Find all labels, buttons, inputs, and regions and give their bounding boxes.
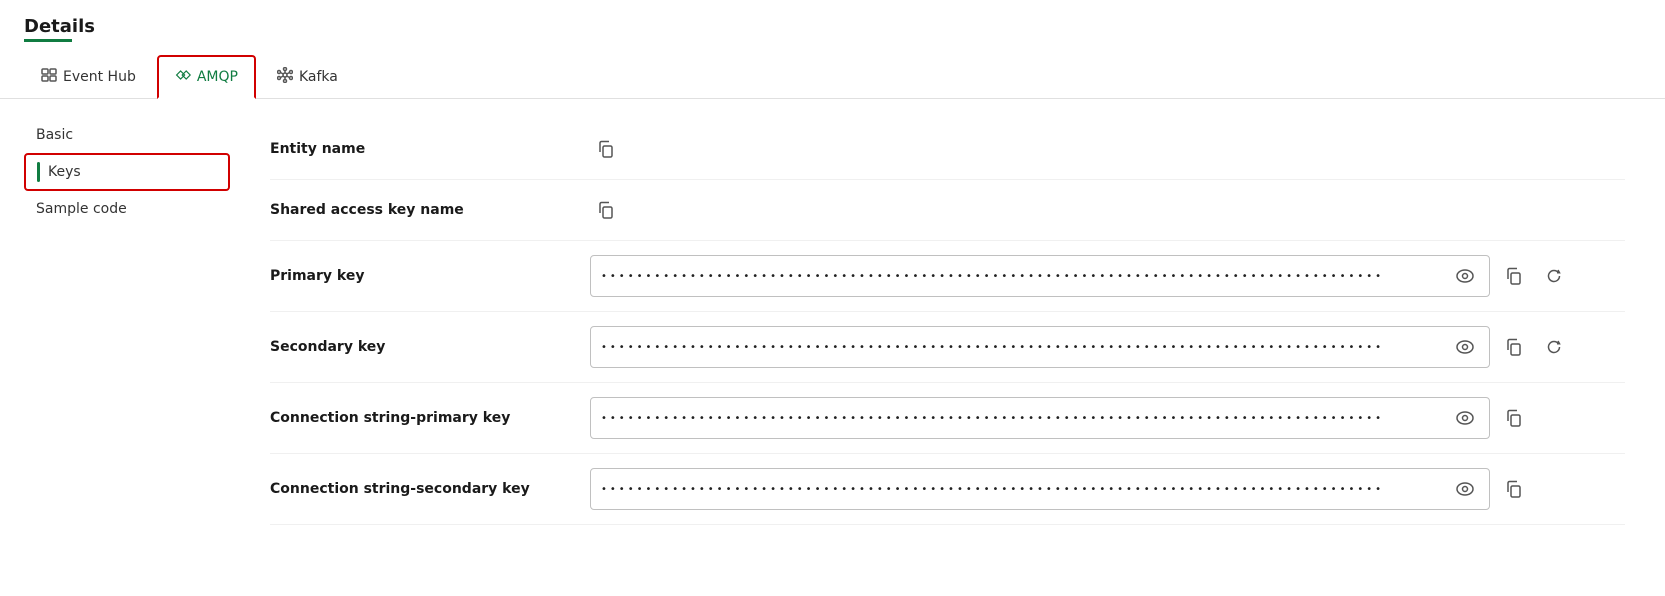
field-row-primary-key: Primary key ••••••••••••••••••••••••••••…	[270, 241, 1625, 312]
title-underline	[24, 39, 72, 42]
tab-bar: Event Hub AMQP	[0, 54, 1665, 99]
connection-string-secondary-eye-button[interactable]	[1451, 475, 1479, 503]
sidebar: Basic Keys Sample code	[0, 99, 230, 596]
sidebar-item-basic[interactable]: Basic	[24, 119, 230, 151]
primary-key-dots: ••••••••••••••••••••••••••••••••••••••••…	[601, 271, 1451, 282]
connection-string-primary-dots: ••••••••••••••••••••••••••••••••••••••••…	[601, 413, 1451, 424]
field-row-shared-access-key-name: Shared access key name	[270, 180, 1625, 241]
connection-string-secondary-input: ••••••••••••••••••••••••••••••••••••••••…	[590, 468, 1490, 510]
field-row-connection-string-primary: Connection string-primary key ••••••••••…	[270, 383, 1625, 454]
content-area: Entity name Shared access key name	[230, 99, 1665, 596]
secondary-key-eye-button[interactable]	[1451, 333, 1479, 361]
connection-string-secondary-value: ••••••••••••••••••••••••••••••••••••••••…	[590, 468, 1625, 510]
sidebar-item-keys[interactable]: Keys	[24, 153, 230, 191]
secondary-key-label: Secondary key	[270, 339, 590, 355]
page-title: Details	[24, 16, 1641, 37]
entity-name-label: Entity name	[270, 141, 590, 157]
page: Details Event Hub	[0, 0, 1665, 596]
tab-kafka[interactable]: Kafka	[260, 56, 355, 98]
connection-string-secondary-copy-button[interactable]	[1498, 473, 1530, 505]
tab-event-hub-label: Event Hub	[63, 69, 136, 85]
field-row-connection-string-secondary: Connection string-secondary key ••••••••…	[270, 454, 1625, 525]
secondary-key-input: ••••••••••••••••••••••••••••••••••••••••…	[590, 326, 1490, 368]
connection-string-secondary-dots: ••••••••••••••••••••••••••••••••••••••••…	[601, 484, 1451, 495]
sidebar-basic-label: Basic	[36, 127, 73, 143]
primary-key-copy-button[interactable]	[1498, 260, 1530, 292]
tab-amqp-label: AMQP	[197, 69, 238, 85]
primary-key-refresh-button[interactable]	[1538, 260, 1570, 292]
primary-key-label: Primary key	[270, 268, 590, 284]
kafka-icon	[277, 67, 293, 87]
primary-key-input: ••••••••••••••••••••••••••••••••••••••••…	[590, 255, 1490, 297]
page-header: Details	[0, 0, 1665, 54]
field-row-entity-name: Entity name	[270, 119, 1625, 180]
entity-name-copy-button[interactable]	[590, 133, 622, 165]
connection-string-primary-copy-button[interactable]	[1498, 402, 1530, 434]
keys-indicator	[37, 162, 40, 182]
shared-access-key-name-label: Shared access key name	[270, 202, 590, 218]
shared-access-key-name-copy-button[interactable]	[590, 194, 622, 226]
connection-string-primary-input: ••••••••••••••••••••••••••••••••••••••••…	[590, 397, 1490, 439]
entity-name-value	[590, 133, 1625, 165]
secondary-key-copy-button[interactable]	[1498, 331, 1530, 363]
connection-string-primary-label: Connection string-primary key	[270, 410, 590, 426]
tab-amqp[interactable]: AMQP	[157, 55, 256, 99]
secondary-key-refresh-button[interactable]	[1538, 331, 1570, 363]
connection-string-secondary-label: Connection string-secondary key	[270, 481, 590, 497]
sidebar-sample-code-label: Sample code	[36, 201, 127, 217]
field-row-secondary-key: Secondary key ••••••••••••••••••••••••••…	[270, 312, 1625, 383]
shared-access-key-name-value	[590, 194, 1625, 226]
event-hub-icon	[41, 67, 57, 87]
primary-key-value: ••••••••••••••••••••••••••••••••••••••••…	[590, 255, 1625, 297]
secondary-key-dots: ••••••••••••••••••••••••••••••••••••••••…	[601, 342, 1451, 353]
sidebar-item-sample-code[interactable]: Sample code	[24, 193, 230, 225]
amqp-icon	[175, 67, 191, 87]
tab-kafka-label: Kafka	[299, 69, 338, 85]
primary-key-eye-button[interactable]	[1451, 262, 1479, 290]
connection-string-primary-eye-button[interactable]	[1451, 404, 1479, 432]
tab-event-hub[interactable]: Event Hub	[24, 56, 153, 98]
secondary-key-value: ••••••••••••••••••••••••••••••••••••••••…	[590, 326, 1625, 368]
connection-string-primary-value: ••••••••••••••••••••••••••••••••••••••••…	[590, 397, 1625, 439]
sidebar-keys-label: Keys	[48, 164, 81, 180]
main-content: Basic Keys Sample code Entity name	[0, 99, 1665, 596]
